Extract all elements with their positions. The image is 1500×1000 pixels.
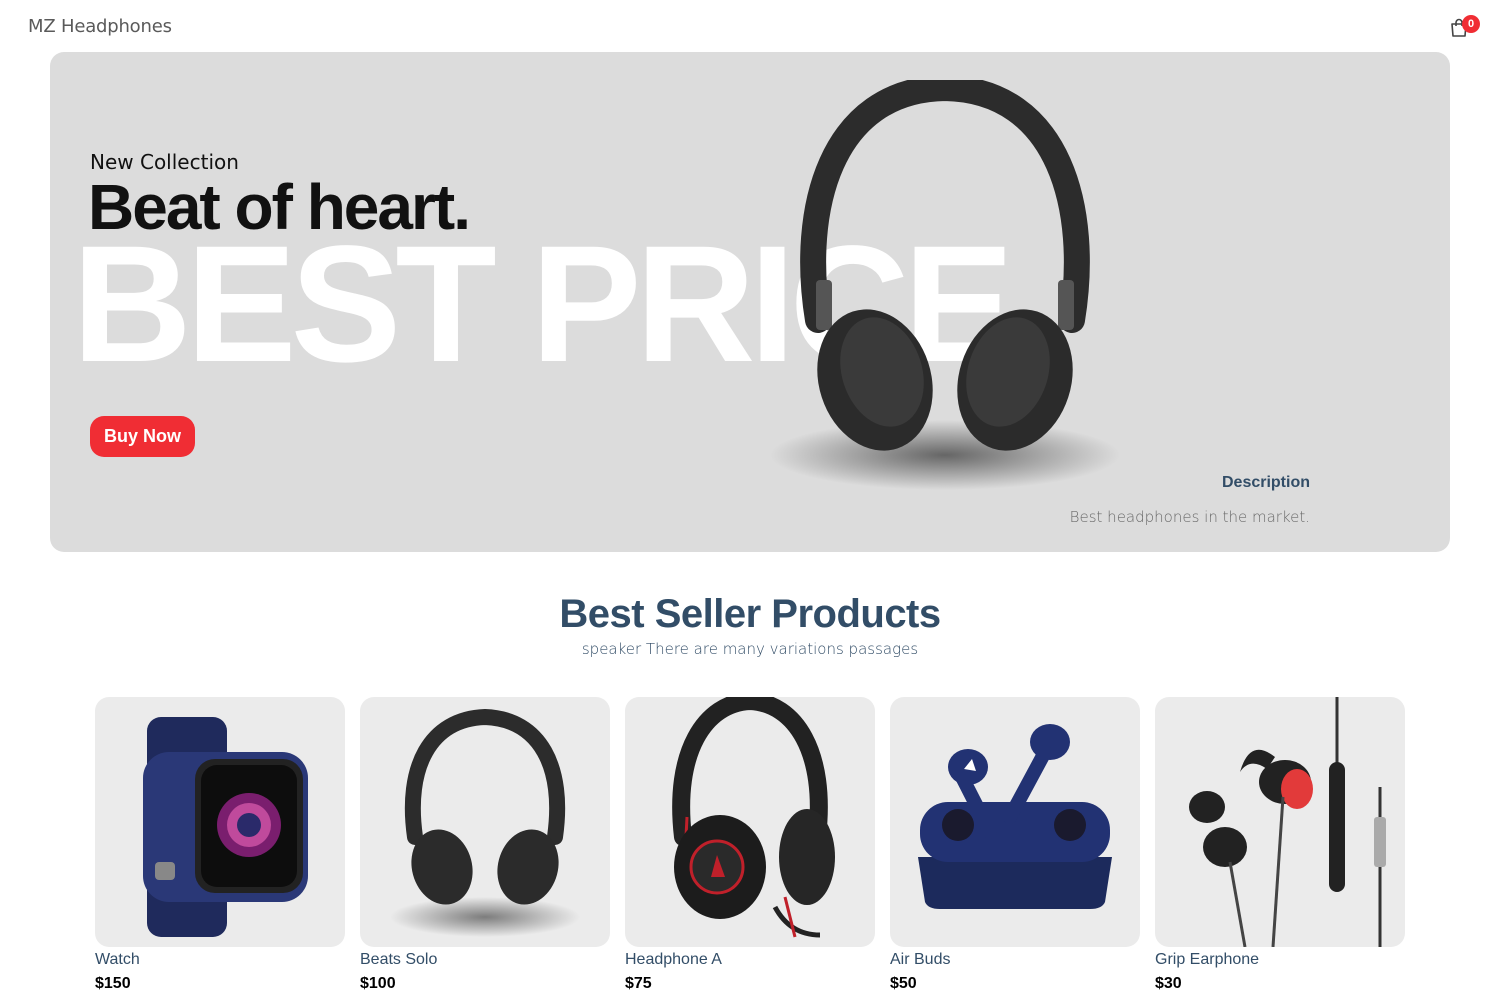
product-card[interactable]: Grip Earphone $30 xyxy=(1155,697,1405,993)
earbuds-image xyxy=(918,724,1112,909)
product-price: $30 xyxy=(1155,975,1182,992)
product-image[interactable] xyxy=(1155,697,1405,947)
products-grid: Watch $150 Beats Solo $100 Headphone A $… xyxy=(95,697,1415,1000)
product-image[interactable] xyxy=(890,697,1140,947)
hero-headphones-image xyxy=(770,80,1120,490)
smartwatch-image xyxy=(143,717,308,937)
hero-description-title: Description xyxy=(1221,474,1310,491)
cart-button[interactable]: 0 xyxy=(1449,15,1480,40)
cart-count-badge: 0 xyxy=(1462,15,1480,33)
product-image[interactable] xyxy=(360,697,610,947)
product-price: $100 xyxy=(360,975,396,992)
gaming-headset-image xyxy=(672,697,835,938)
product-price: $75 xyxy=(625,975,652,992)
wired-earphones-image xyxy=(1189,697,1386,947)
section-subtitle: speaker There are many variations passag… xyxy=(581,640,919,658)
product-card[interactable]: Headphone A $75 xyxy=(625,697,875,993)
section-title: Best Seller Products xyxy=(559,592,941,636)
hero-description-text: Best headphones in the market. xyxy=(1069,508,1310,526)
buy-now-button[interactable]: Buy Now xyxy=(90,416,195,457)
site-logo[interactable]: MZ Headphones xyxy=(28,16,172,37)
product-price: $50 xyxy=(890,975,917,992)
product-name: Air Buds xyxy=(890,951,951,968)
product-name: Headphone A xyxy=(625,951,722,968)
hero-banner: New Collection Beat of heart. BEST PRICE… xyxy=(50,52,1450,552)
product-card[interactable]: Beats Solo $100 xyxy=(360,697,610,993)
product-image[interactable] xyxy=(95,697,345,947)
product-name: Watch xyxy=(95,951,140,968)
product-card[interactable]: Watch $150 xyxy=(95,697,345,993)
headphones-image xyxy=(390,708,580,937)
product-card[interactable]: Air Buds $50 xyxy=(890,697,1140,993)
product-price: $150 xyxy=(95,975,131,992)
product-image[interactable] xyxy=(625,697,875,947)
navbar: MZ Headphones 0 xyxy=(0,0,1500,52)
product-name: Grip Earphone xyxy=(1155,951,1260,968)
product-name: Beats Solo xyxy=(360,951,438,968)
